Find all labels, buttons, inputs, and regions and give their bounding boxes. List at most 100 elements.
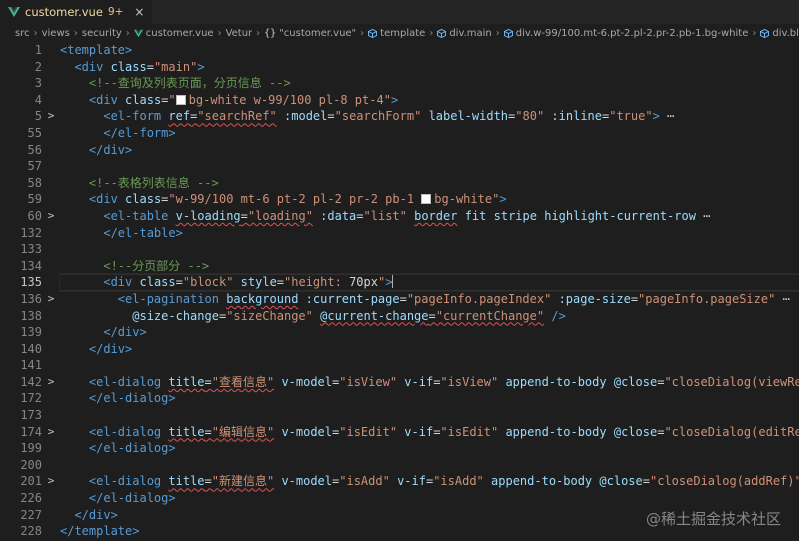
close-tab-icon[interactable]: × — [134, 5, 144, 19]
breadcrumb-item[interactable]: template — [368, 28, 425, 39]
code-content: </div> — [60, 341, 799, 358]
breadcrumb-item[interactable]: Vetur — [226, 28, 253, 39]
code-line[interactable]: 199 </el-dialog> — [0, 440, 799, 457]
fold-gutter — [42, 142, 60, 159]
code-line[interactable]: 132 </el-table> — [0, 225, 799, 242]
code-line[interactable]: 59 <div class="w-99/100 mt-6 pt-2 pl-2 p… — [0, 191, 799, 208]
code-editor[interactable]: 1 <template> 2 <div class="main"> 3 <!--查询及… — [0, 42, 799, 541]
code-token: <!--分页部分 --> — [103, 258, 210, 273]
breadcrumb-label: "customer.vue" — [279, 27, 357, 39]
code-line[interactable]: 4 <div class=" bg-white w-99/100 pl-8 pt-… — [0, 92, 799, 109]
code-line[interactable]: 136 > <el-pagination background :current-… — [0, 291, 799, 308]
code-line[interactable]: 5 > <el-form ref="searchRef" :model="sear… — [0, 108, 799, 125]
code-token: </div> — [88, 142, 133, 157]
code-token: </template> — [60, 524, 140, 539]
color-swatch-icon[interactable] — [421, 194, 432, 205]
cube-icon — [503, 28, 513, 38]
code-line[interactable]: 55 </el-form> — [0, 125, 799, 142]
code-token: <el-table — [103, 208, 169, 223]
fold-gutter — [42, 407, 60, 424]
vue-file-icon — [8, 7, 20, 17]
code-line[interactable]: 201 > <el-dialog title="新建信息" v-model="is… — [0, 473, 799, 490]
code-token: <el-pagination — [117, 291, 219, 306]
code-token: <!--表格列表信息 --> — [88, 175, 219, 190]
breadcrumb-item[interactable]: div.w-99/100.mt-6.pt-2.pl-2.pr-2.pb-1.bg… — [503, 28, 748, 39]
breadcrumb-item[interactable]: customer.vue — [133, 28, 214, 39]
fold-chevron-icon[interactable]: > — [42, 473, 60, 490]
code-line[interactable]: 139 </div> — [0, 324, 799, 341]
code-line[interactable]: 173 — [0, 407, 799, 424]
breadcrumb-separator: › — [429, 27, 434, 39]
code-line[interactable]: 141 — [0, 357, 799, 374]
code-content — [60, 407, 799, 424]
fold-gutter — [42, 390, 60, 407]
color-swatch-icon[interactable] — [175, 94, 186, 105]
code-line[interactable]: 200 — [0, 457, 799, 474]
breadcrumb-item[interactable]: div.main — [437, 27, 492, 39]
line-number: 226 — [20, 491, 42, 506]
code-line[interactable]: 57 — [0, 158, 799, 175]
code-line[interactable]: 1 <template> — [0, 42, 799, 59]
code-line[interactable]: 3 <!--查询及列表页面，分页信息 --> — [0, 75, 799, 92]
code-content: <el-dialog title="编辑信息" v-model="isEdit"… — [60, 424, 799, 441]
code-line[interactable]: 56 </div> — [0, 142, 799, 159]
code-line[interactable]: 140 </div> — [0, 341, 799, 358]
code-line[interactable]: 134 <!--分页部分 --> — [0, 258, 799, 275]
fold-chevron-icon[interactable]: > — [42, 291, 60, 308]
code-line[interactable]: 133 — [0, 241, 799, 258]
fold-chevron-icon[interactable]: > — [42, 108, 60, 125]
code-token: <div — [88, 92, 118, 107]
line-number: 134 — [20, 258, 42, 273]
fold-chevron-icon[interactable]: > — [42, 208, 60, 225]
code-line[interactable]: 2 <div class="main"> — [0, 59, 799, 76]
breadcrumb-label: div.main — [449, 27, 492, 39]
code-content: <!--表格列表信息 --> — [60, 175, 799, 192]
tab-customer-vue[interactable]: customer.vue 9+ × — [0, 0, 154, 24]
line-number: 141 — [20, 358, 42, 373]
code-token: append-to-body — [505, 424, 607, 439]
braces-icon: {} — [264, 27, 277, 39]
breadcrumb-item[interactable]: {} "customer.vue" — [264, 28, 356, 39]
breadcrumb-label: div.block — [772, 27, 799, 39]
fold-gutter — [42, 523, 60, 540]
code-line[interactable]: 138 @size-change = "sizeChange" @current-c… — [0, 308, 799, 325]
code-line[interactable]: 58 <!--表格列表信息 --> — [0, 175, 799, 192]
code-line[interactable]: 226 </el-dialog> — [0, 490, 799, 507]
code-line[interactable]: 142 > <el-dialog title="查看信息" v-model="is… — [0, 374, 799, 391]
code-line[interactable]: 172 </el-dialog> — [0, 390, 799, 407]
fold-gutter — [42, 59, 60, 76]
breadcrumb-item[interactable]: div.block — [760, 28, 799, 39]
breadcrumb-item[interactable]: src — [15, 28, 30, 39]
breadcrumb-item[interactable]: security — [82, 28, 122, 39]
fold-gutter — [42, 191, 60, 208]
fold-gutter — [42, 225, 60, 242]
code-line[interactable]: 135 <div class="block" style="height: 70… — [0, 273, 799, 292]
code-token: "list" — [363, 208, 407, 223]
code-token: class — [125, 192, 162, 207]
breadcrumb-separator: › — [256, 27, 261, 39]
code-token: @size-change — [132, 308, 219, 323]
code-token: <div — [88, 192, 118, 207]
code-token: 70px — [349, 275, 378, 290]
breadcrumb-item[interactable]: views — [42, 28, 70, 39]
code-token: label-width — [428, 109, 509, 124]
code-content: @size-change = "sizeChange" @current-chang… — [60, 308, 799, 325]
code-line[interactable]: 174 > <el-dialog title="编辑信息" v-model="is… — [0, 424, 799, 441]
code-line[interactable]: 60 > <el-table v-loading="loading" :data=… — [0, 208, 799, 225]
fold-chevron-icon[interactable]: > — [42, 374, 60, 391]
line-number: 4 — [34, 92, 42, 107]
code-content — [60, 357, 799, 374]
fold-chevron-icon[interactable]: > — [42, 424, 60, 441]
